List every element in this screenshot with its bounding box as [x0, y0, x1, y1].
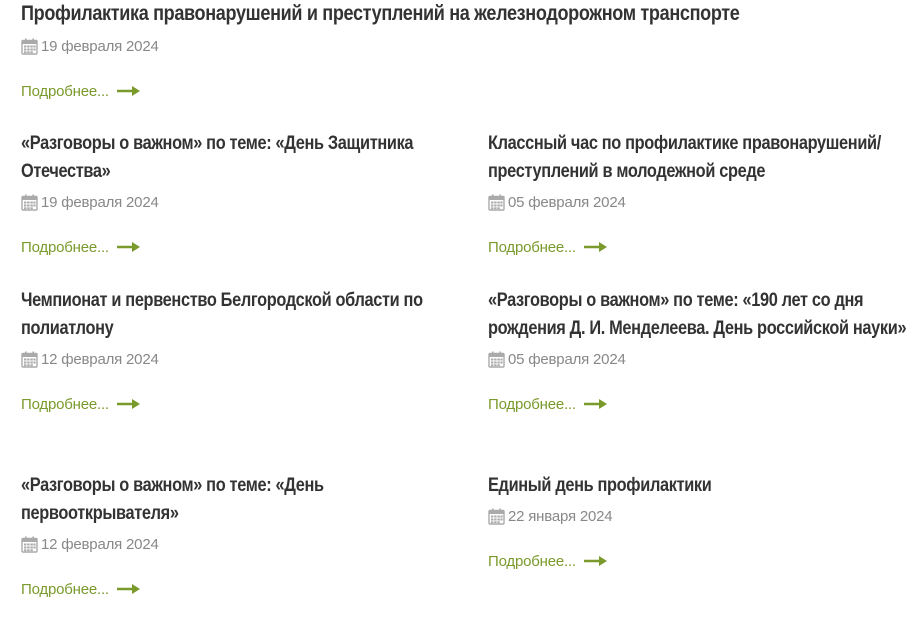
- read-more-label: Подробнее...: [488, 238, 576, 256]
- news-item: Чемпионат и первенство Белгородской обла…: [21, 287, 461, 414]
- news-date: 12 февраля 2024: [21, 534, 461, 554]
- calendar-icon: [21, 351, 38, 368]
- read-more-label: Подробнее...: [21, 580, 109, 598]
- read-more-link[interactable]: Подробнее...: [488, 237, 608, 257]
- read-more-link[interactable]: Подробнее...: [21, 579, 141, 599]
- news-item: Единый день профилактики 22 января 2024 …: [488, 472, 920, 571]
- read-more-link[interactable]: Подробнее...: [21, 394, 141, 414]
- read-more-link[interactable]: Подробнее...: [488, 394, 608, 414]
- news-date-text: 12 февраля 2024: [41, 350, 159, 368]
- news-date: 05 февраля 2024: [488, 349, 920, 369]
- calendar-icon: [488, 351, 505, 368]
- news-date: 12 февраля 2024: [21, 349, 461, 369]
- calendar-icon: [21, 194, 38, 211]
- read-more-label: Подробнее...: [488, 552, 576, 570]
- calendar-icon: [21, 536, 38, 553]
- calendar-icon: [488, 508, 505, 525]
- news-item: «Разговоры о важном» по теме: «День Защи…: [21, 130, 461, 257]
- news-item: Профилактика правонарушений и преступлен…: [21, 0, 911, 101]
- arrow-right-icon: [583, 241, 608, 253]
- calendar-icon: [488, 194, 505, 211]
- news-item: Классный час по профилактике правонаруше…: [488, 130, 920, 257]
- arrow-right-icon: [583, 398, 608, 410]
- news-list: Профилактика правонарушений и преступлен…: [0, 0, 923, 624]
- news-date-text: 19 февраля 2024: [41, 193, 159, 211]
- news-title-link[interactable]: Единый день профилактики: [488, 472, 919, 500]
- news-date-text: 12 февраля 2024: [41, 535, 159, 553]
- news-item: «Разговоры о важном» по теме: «190 лет с…: [488, 287, 920, 414]
- news-date: 05 февраля 2024: [488, 192, 920, 212]
- calendar-icon: [21, 38, 38, 55]
- read-more-link[interactable]: Подробнее...: [21, 81, 141, 101]
- arrow-right-icon: [116, 398, 141, 410]
- news-date-text: 22 января 2024: [508, 507, 613, 525]
- news-title-link[interactable]: «Разговоры о важном» по теме: «День Защи…: [21, 130, 460, 186]
- news-date: 22 января 2024: [488, 506, 920, 526]
- news-date-text: 05 февраля 2024: [508, 350, 626, 368]
- read-more-label: Подробнее...: [21, 82, 109, 100]
- read-more-link[interactable]: Подробнее...: [488, 551, 608, 571]
- news-date: 19 февраля 2024: [21, 192, 461, 212]
- read-more-label: Подробнее...: [21, 238, 109, 256]
- news-date-text: 19 февраля 2024: [41, 37, 159, 55]
- arrow-right-icon: [116, 241, 141, 253]
- news-title-link[interactable]: Чемпионат и первенство Белгородской обла…: [21, 287, 460, 343]
- news-title-link[interactable]: Профилактика правонарушений и преступлен…: [21, 0, 909, 28]
- news-title-link[interactable]: «Разговоры о важном» по теме: «День перв…: [21, 472, 460, 528]
- news-date-text: 05 февраля 2024: [508, 193, 626, 211]
- news-date: 19 февраля 2024: [21, 36, 911, 56]
- news-item: «Разговоры о важном» по теме: «День перв…: [21, 472, 461, 599]
- read-more-label: Подробнее...: [488, 395, 576, 413]
- news-title-link[interactable]: «Разговоры о важном» по теме: «190 лет с…: [488, 287, 919, 343]
- arrow-right-icon: [116, 85, 141, 97]
- arrow-right-icon: [116, 583, 141, 595]
- read-more-link[interactable]: Подробнее...: [21, 237, 141, 257]
- news-title-link[interactable]: Классный час по профилактике правонаруше…: [488, 130, 919, 186]
- read-more-label: Подробнее...: [21, 395, 109, 413]
- arrow-right-icon: [583, 555, 608, 567]
